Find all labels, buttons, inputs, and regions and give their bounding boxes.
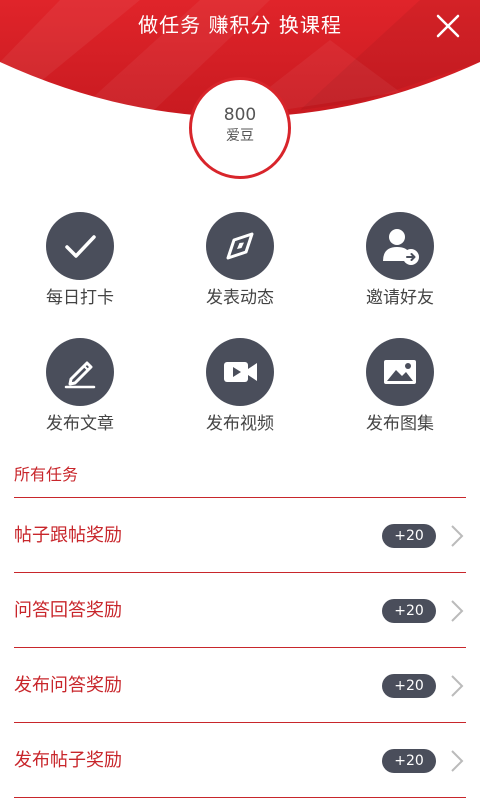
compass-icon xyxy=(206,212,274,280)
image-gallery-icon xyxy=(366,338,434,406)
action-post-update[interactable]: 发表动态 xyxy=(160,212,320,338)
task-row[interactable]: 发布问答奖励 +20 xyxy=(14,648,466,723)
checkmark-icon xyxy=(46,212,114,280)
reward-badge: +20 xyxy=(382,674,436,698)
action-label: 邀请好友 xyxy=(366,288,434,308)
action-invite-friend[interactable]: 邀请好友 xyxy=(320,212,480,338)
chevron-right-icon xyxy=(451,600,464,622)
task-label: 问答回答奖励 xyxy=(14,600,122,621)
action-label: 发布图集 xyxy=(366,414,434,434)
action-publish-article[interactable]: 发布文章 xyxy=(0,338,160,464)
pencil-icon xyxy=(46,338,114,406)
chevron-right-icon xyxy=(451,675,464,697)
close-icon[interactable] xyxy=(432,10,464,42)
task-center-page: 做任务 赚积分 换课程 800 爱豆 每日打卡 发表动态 邀请好友 发布文章 发… xyxy=(0,0,480,800)
action-label: 每日打卡 xyxy=(46,288,114,308)
task-label: 帖子跟帖奖励 xyxy=(14,525,122,546)
task-list: 所有任务 帖子跟帖奖励 +20 问答回答奖励 +20 发布问答奖励 +20 发布… xyxy=(0,458,480,798)
points-badge: 800 爱豆 xyxy=(189,77,291,179)
reward-badge: +20 xyxy=(382,524,436,548)
header: 做任务 赚积分 换课程 800 爱豆 xyxy=(0,0,480,190)
chevron-right-icon xyxy=(451,525,464,547)
action-label: 发布视频 xyxy=(206,414,274,434)
page-title: 做任务 赚积分 换课程 xyxy=(138,13,342,37)
points-value: 800 xyxy=(223,105,257,125)
task-row[interactable]: 帖子跟帖奖励 +20 xyxy=(14,498,466,573)
action-publish-gallery[interactable]: 发布图集 xyxy=(320,338,480,464)
reward-badge: +20 xyxy=(382,599,436,623)
action-publish-video[interactable]: 发布视频 xyxy=(160,338,320,464)
task-row[interactable]: 问答回答奖励 +20 xyxy=(14,573,466,648)
points-unit: 爱豆 xyxy=(226,128,254,144)
section-title: 所有任务 xyxy=(14,458,466,498)
video-camera-icon xyxy=(206,338,274,406)
action-row: 每日打卡 发表动态 邀请好友 xyxy=(0,212,480,338)
action-row: 发布文章 发布视频 发布图集 xyxy=(0,338,480,464)
chevron-right-icon xyxy=(451,750,464,772)
task-label: 发布帖子奖励 xyxy=(14,750,122,771)
reward-badge: +20 xyxy=(382,749,436,773)
action-label: 发布文章 xyxy=(46,414,114,434)
action-label: 发表动态 xyxy=(206,288,274,308)
task-row[interactable]: 发布帖子奖励 +20 xyxy=(14,723,466,798)
action-daily-checkin[interactable]: 每日打卡 xyxy=(0,212,160,338)
task-label: 发布问答奖励 xyxy=(14,675,122,696)
action-grid: 每日打卡 发表动态 邀请好友 发布文章 发布视频 发布图集 xyxy=(0,212,480,464)
invite-user-icon xyxy=(366,212,434,280)
